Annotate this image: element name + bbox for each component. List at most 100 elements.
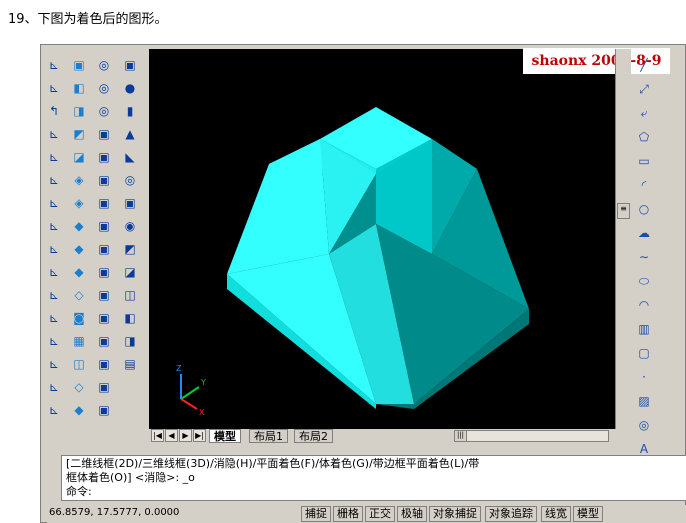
snap-button[interactable]: 捕捉	[301, 506, 331, 522]
view-cube-icon[interactable]: ◇	[68, 285, 90, 305]
view-cube-icon[interactable]: ◆	[68, 239, 90, 259]
view-cube-icon[interactable]: ▦	[68, 331, 90, 351]
box-icon[interactable]: ▣	[119, 55, 141, 75]
slice-icon[interactable]: ◩	[119, 239, 141, 259]
intersect-icon[interactable]: ◎	[93, 101, 115, 121]
drawing-viewport[interactable]: Z Y X	[149, 49, 615, 429]
move-face-icon[interactable]: ▣	[93, 147, 115, 167]
imprint-icon[interactable]: ▣	[93, 354, 115, 374]
hatch-icon[interactable]: ▨	[633, 391, 655, 411]
ucs-icon[interactable]: ⊾	[43, 354, 65, 374]
view-cube-icon[interactable]: ◇	[68, 377, 90, 397]
first-tab-icon[interactable]: |◀	[151, 429, 164, 442]
view-cube-icon[interactable]: ◆	[68, 400, 90, 420]
extrude-icon[interactable]: ▣	[119, 193, 141, 213]
union-icon[interactable]: ◎	[93, 55, 115, 75]
cylinder-icon[interactable]: ▮	[119, 101, 141, 121]
vertical-scrollbar[interactable]: ≡	[615, 49, 631, 429]
line-icon[interactable]: ╱	[633, 55, 655, 75]
ucs-icon[interactable]: ⊾	[43, 147, 65, 167]
shell-icon[interactable]: ▣	[93, 400, 115, 420]
ucs-icon[interactable]: ⊾	[43, 262, 65, 282]
ucs-icon[interactable]: ⊾	[43, 377, 65, 397]
spline-icon[interactable]: ∼	[633, 247, 655, 267]
tab-model[interactable]: 模型	[209, 429, 241, 443]
view-cube-icon[interactable]: ◨	[68, 101, 90, 121]
point-icon[interactable]: ·	[633, 367, 655, 387]
setup-profile-icon[interactable]: ▤	[119, 354, 141, 374]
color-edge-icon[interactable]: ▣	[93, 331, 115, 351]
command-prompt[interactable]: 命令:	[66, 485, 682, 499]
offset-face-icon[interactable]: ▣	[93, 170, 115, 190]
make-block-icon[interactable]: ▢	[633, 343, 655, 363]
tab-layout1[interactable]: 布局1	[249, 429, 288, 443]
circle-icon[interactable]: ○	[633, 199, 655, 219]
view-cube-icon[interactable]: ◫	[68, 354, 90, 374]
section-icon[interactable]: ◪	[119, 262, 141, 282]
rectangle-icon[interactable]: ▭	[633, 151, 655, 171]
ucs-icon[interactable]: ⊾	[43, 239, 65, 259]
view-cube-icon[interactable]: ◧	[68, 78, 90, 98]
construction-line-icon[interactable]: ⤢	[633, 79, 655, 99]
view-cube-icon[interactable]: ◆	[68, 216, 90, 236]
ucs-icon[interactable]: ↰	[43, 101, 65, 121]
polar-button[interactable]: 极轴	[397, 506, 427, 522]
extrude-face-icon[interactable]: ▣	[93, 124, 115, 144]
arc-icon[interactable]: ◜	[633, 175, 655, 195]
ucs-icon[interactable]: ⊾	[43, 285, 65, 305]
cone-icon[interactable]: ▲	[119, 124, 141, 144]
copy-edge-icon[interactable]: ▣	[93, 308, 115, 328]
view-cube-icon[interactable]: ◩	[68, 124, 90, 144]
clean-icon[interactable]: ▣	[93, 377, 115, 397]
prev-tab-icon[interactable]: ◀	[165, 429, 178, 442]
camera-icon[interactable]: ◙	[68, 308, 90, 328]
ucs-icon[interactable]: ⊾	[43, 170, 65, 190]
ucs-icon[interactable]: ⊾	[43, 55, 65, 75]
interfere-icon[interactable]: ◫	[119, 285, 141, 305]
region-icon[interactable]: ◎	[633, 415, 655, 435]
taper-face-icon[interactable]: ▣	[93, 239, 115, 259]
ucs-icon[interactable]: ⊾	[43, 308, 65, 328]
ucs-icon[interactable]: ⊾	[43, 400, 65, 420]
insert-block-icon[interactable]: ▥	[633, 319, 655, 339]
ucs-icon[interactable]: ⊾	[43, 124, 65, 144]
torus-icon[interactable]: ◎	[119, 170, 141, 190]
last-tab-icon[interactable]: ▶|	[193, 429, 206, 442]
setup-view-icon[interactable]: ◨	[119, 331, 141, 351]
revolve-icon[interactable]: ◉	[119, 216, 141, 236]
setup-drawing-icon[interactable]: ◧	[119, 308, 141, 328]
rotate-face-icon[interactable]: ▣	[93, 216, 115, 236]
color-face-icon[interactable]: ▣	[93, 285, 115, 305]
polyline-icon[interactable]: ⤶	[633, 103, 655, 123]
next-tab-icon[interactable]: ▶	[179, 429, 192, 442]
view-cube-icon[interactable]: ▣	[68, 55, 90, 75]
view-cube-icon[interactable]: ◪	[68, 147, 90, 167]
view-cube-icon[interactable]: ◆	[68, 262, 90, 282]
wedge-icon[interactable]: ◣	[119, 147, 141, 167]
command-window[interactable]: [二维线框(2D)/三维线框(3D)/消隐(H)/平面着色(F)/体着色(G)/…	[61, 455, 686, 501]
delete-face-icon[interactable]: ▣	[93, 193, 115, 213]
scroll-thumb[interactable]: |||	[455, 431, 467, 441]
subtract-icon[interactable]: ◎	[93, 78, 115, 98]
copy-face-icon[interactable]: ▣	[93, 262, 115, 282]
view-cube-icon[interactable]: ◈	[68, 193, 90, 213]
ucs-icon[interactable]: ⊾	[43, 193, 65, 213]
ucs-icon[interactable]: ⊾	[43, 78, 65, 98]
ucs-icon[interactable]: ⊾	[43, 331, 65, 351]
model-button[interactable]: 模型	[573, 506, 603, 522]
horizontal-scrollbar[interactable]: |||	[454, 430, 609, 442]
ellipse-icon[interactable]: ⬭	[633, 271, 655, 291]
grid-button[interactable]: 栅格	[333, 506, 363, 522]
scroll-thumb[interactable]: ≡	[617, 203, 630, 219]
lineweight-button[interactable]: 线宽	[541, 506, 571, 522]
tab-layout2[interactable]: 布局2	[294, 429, 333, 443]
view-cube-icon[interactable]: ◈	[68, 170, 90, 190]
polygon-icon[interactable]: ⬠	[633, 127, 655, 147]
osnap-button[interactable]: 对象捕捉	[429, 506, 481, 522]
ellipse-arc-icon[interactable]: ◠	[633, 295, 655, 315]
otrack-button[interactable]: 对象追踪	[485, 506, 537, 522]
revision-cloud-icon[interactable]: ☁	[633, 223, 655, 243]
ortho-button[interactable]: 正交	[365, 506, 395, 522]
sphere-icon[interactable]: ●	[119, 78, 141, 98]
ucs-icon[interactable]: ⊾	[43, 216, 65, 236]
